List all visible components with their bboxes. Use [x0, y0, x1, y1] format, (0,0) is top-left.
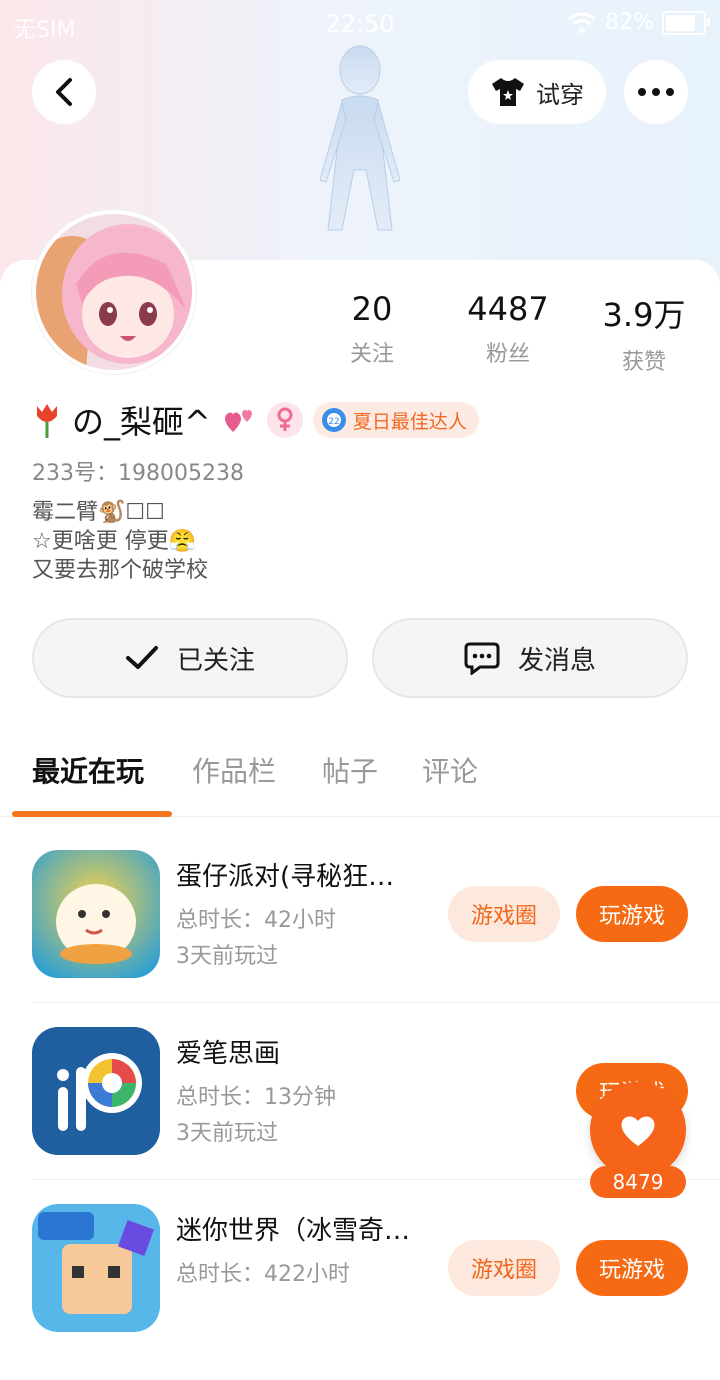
more-dots-icon [638, 88, 674, 96]
medal-icon: 22 [321, 408, 346, 432]
message-button[interactable]: 发消息 [372, 618, 688, 698]
game-last-played: 3天前玩过 [176, 1121, 278, 1146]
stat-value: 3.9万 [602, 296, 686, 334]
avatar-image [36, 214, 192, 370]
like-button[interactable] [590, 1082, 686, 1178]
tab-recently-played[interactable]: 最近在玩 [32, 750, 144, 790]
following-label: 已关注 [176, 645, 255, 676]
more-button[interactable] [624, 60, 688, 124]
status-bar: 无SIM 22:50 82% [0, 0, 720, 50]
tulip-icon [37, 404, 57, 438]
hearts-icon [224, 409, 252, 432]
username: の_梨砸^ [72, 403, 211, 441]
tab-indicator [12, 811, 172, 817]
game-title: 迷你世界（冰雪奇… [176, 1216, 411, 1246]
game-item[interactable]: 蛋仔派对(寻秘狂… 总时长：42小时 3天前玩过 游戏圈 玩游戏 [0, 850, 720, 1026]
stat-label: 粉丝 [485, 342, 530, 367]
game-icon-eggy-party [32, 850, 160, 978]
bio-line: 霉二臂🐒☐☐ [32, 500, 165, 525]
profile-tabs: 最近在玩 作品栏 帖子 评论 [0, 750, 720, 817]
try-on-button[interactable]: 试穿 [468, 60, 606, 124]
play-game-button[interactable]: 玩游戏 [576, 886, 688, 942]
game-circle-button[interactable]: 游戏圈 [448, 1240, 560, 1296]
bio-line: ☆更啥更 停更😤 [32, 529, 197, 554]
avatar[interactable] [32, 210, 196, 374]
battery-percent: 82% [605, 10, 654, 35]
stat-label: 获赞 [621, 350, 666, 375]
badge-label: 夏日最佳达人 [352, 410, 467, 433]
heart-icon [621, 1116, 655, 1146]
game-title: 蛋仔派对(寻秘狂… [176, 862, 395, 892]
stat-followers[interactable]: 4487 粉丝 [448, 290, 568, 368]
chat-bubble-icon [464, 642, 500, 675]
stat-following[interactable]: 20 关注 [312, 290, 432, 368]
like-count: 8479 [590, 1166, 686, 1198]
play-game-button[interactable]: 玩游戏 [576, 1240, 688, 1296]
following-button[interactable]: 已关注 [32, 618, 348, 698]
bio: 霉二臂🐒☐☐ ☆更啥更 停更😤 又要去那个破学校 [32, 498, 208, 585]
stat-label: 关注 [349, 342, 394, 367]
stat-value: 20 [351, 290, 393, 328]
avatar-figure-illustration [319, 45, 401, 231]
female-gender-icon [266, 402, 303, 438]
chevron-left-icon [56, 78, 72, 106]
message-label: 发消息 [517, 645, 596, 676]
wifi-icon [568, 12, 597, 33]
back-button[interactable] [32, 60, 96, 124]
tab-works[interactable]: 作品栏 [192, 750, 276, 790]
check-icon [125, 646, 158, 669]
game-item[interactable]: 迷你世界（冰雪奇… 总时长：422小时 游戏圈 玩游戏 [0, 1204, 720, 1380]
bio-line: 又要去那个破学校 [32, 558, 209, 583]
divider [32, 1002, 720, 1003]
game-duration: 总时长：13分钟 [176, 1085, 336, 1110]
game-circle-button[interactable]: 游戏圈 [448, 886, 560, 942]
try-on-label: 试穿 [536, 80, 584, 109]
battery-icon [662, 10, 710, 35]
stat-value: 4487 [467, 290, 549, 328]
game-duration: 总时长：42小时 [176, 908, 336, 933]
game-duration: 总时长：422小时 [176, 1262, 350, 1287]
game-icon-ibispaint [32, 1027, 160, 1155]
name-row: の_梨砸^ 22 夏日最佳达人 [32, 398, 479, 442]
tab-comments[interactable]: 评论 [422, 750, 478, 790]
svg-text:22: 22 [328, 417, 339, 427]
achievement-badge[interactable]: 22 夏日最佳达人 [312, 402, 479, 438]
tab-posts[interactable]: 帖子 [322, 750, 378, 790]
game-icon-mini-world [32, 1204, 160, 1332]
game-last-played: 3天前玩过 [176, 944, 278, 969]
game-title: 爱笔思画 [176, 1039, 281, 1069]
stat-likes[interactable]: 3.9万 获赞 [584, 290, 704, 376]
tshirt-icon [492, 78, 524, 106]
user-id[interactable]: 233号：198005238 [32, 455, 244, 487]
